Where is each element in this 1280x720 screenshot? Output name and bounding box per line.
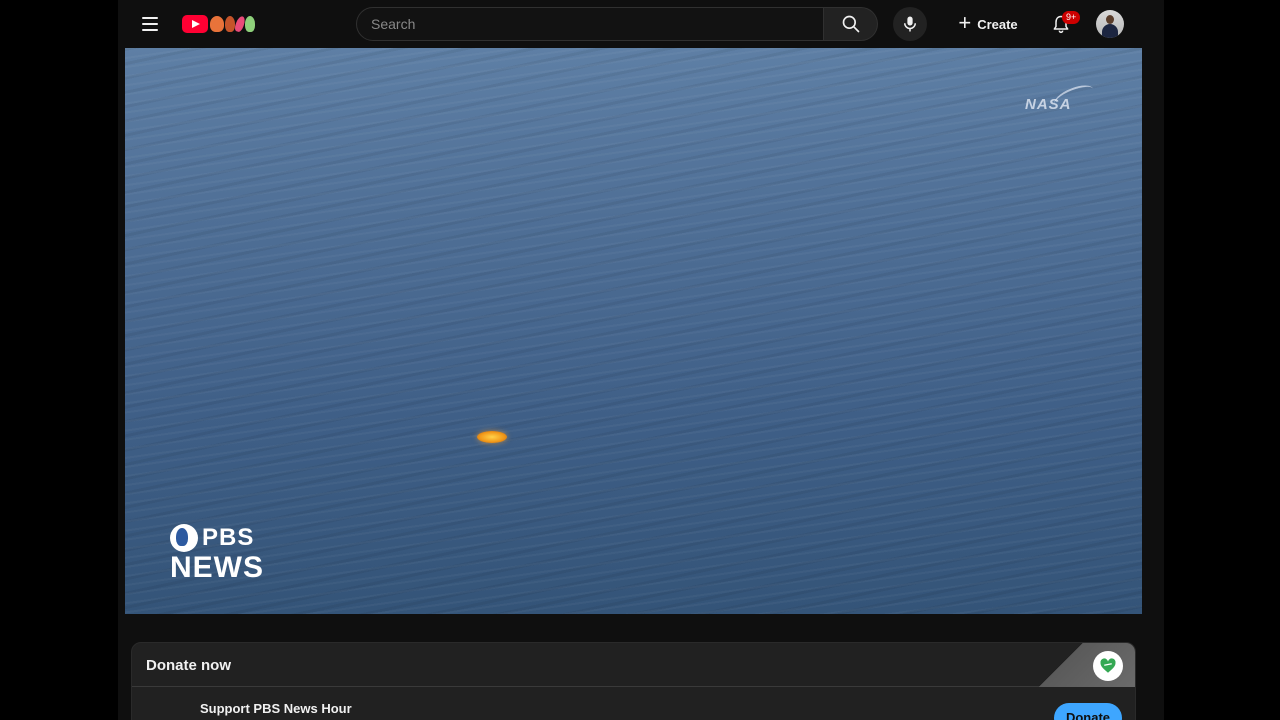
pbs-head-logo-icon	[170, 524, 198, 552]
pbs-news-watermark: PBS NEWS	[170, 524, 264, 584]
plus-icon: +	[958, 10, 972, 35]
donate-shelf-title: Donate now	[146, 657, 231, 674]
youtube-home-logo[interactable]	[182, 12, 255, 36]
search-input[interactable]	[371, 16, 823, 32]
microphone-icon	[904, 16, 916, 32]
search-box	[356, 7, 824, 41]
donate-support-text: Support PBS News Hour	[200, 701, 352, 716]
guide-menu-button[interactable]	[134, 8, 166, 40]
hamburger-icon	[142, 17, 158, 19]
search-button[interactable]	[824, 7, 878, 41]
notifications-count-badge: 9+	[1062, 11, 1081, 24]
create-label: Create	[977, 16, 1018, 32]
voice-search-button[interactable]	[893, 7, 927, 41]
notifications-button[interactable]: 9+	[1044, 7, 1081, 41]
life-raft-in-ocean	[477, 431, 507, 443]
youtube-app: + Create 9+ NASA PBS NEWS Don	[118, 0, 1164, 720]
account-avatar[interactable]	[1096, 10, 1124, 38]
news-watermark-text: NEWS	[170, 551, 264, 584]
donate-heart-badge	[1093, 651, 1123, 681]
nasa-watermark: NASA	[1025, 96, 1072, 113]
search-icon	[842, 15, 859, 33]
youtube-play-logo-icon	[182, 15, 208, 33]
donate-shelf-header: Donate now	[132, 643, 1135, 687]
masthead: + Create 9+	[118, 0, 1164, 48]
doodle-logo-icon	[210, 15, 255, 33]
donate-shelf: Donate now Support PBS News Hour Donate	[131, 642, 1136, 720]
heart-icon	[1100, 658, 1116, 673]
donate-button[interactable]: Donate	[1054, 703, 1122, 720]
video-player[interactable]: NASA PBS NEWS	[125, 48, 1142, 614]
pbs-watermark-text: PBS	[202, 524, 255, 551]
create-button[interactable]: + Create	[950, 7, 1026, 41]
